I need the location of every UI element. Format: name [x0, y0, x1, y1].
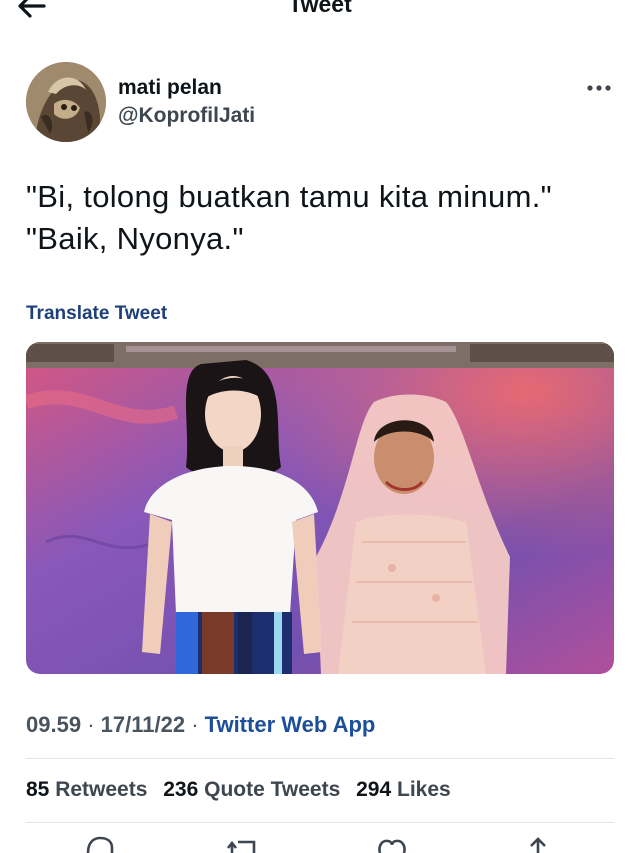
retweets-stat[interactable]: 85 Retweets	[26, 778, 163, 801]
tweet-photo[interactable]	[26, 342, 614, 674]
divider	[26, 758, 614, 759]
reply-icon[interactable]	[80, 834, 120, 853]
page-title: Tweet	[288, 0, 352, 17]
tweet-line: "Baik, Nyonya."	[26, 221, 244, 256]
photo-image	[26, 342, 614, 674]
avatar-image	[26, 62, 106, 142]
retweet-icon[interactable]	[224, 834, 264, 853]
tweet-stats: 85 Retweets 236 Quote Tweets 294 Likes	[26, 778, 461, 802]
tweet-text: "Bi, tolong buatkan tamu kita minum." "B…	[26, 176, 552, 260]
separator: ·	[87, 712, 95, 737]
top-bar: Tweet	[0, 0, 640, 22]
author-name[interactable]: mati pelan	[118, 76, 222, 100]
tweet-meta: 09.59 · 17/11/22 · Twitter Web App	[26, 712, 375, 738]
retweets-label: Retweets	[55, 778, 148, 801]
share-icon[interactable]	[518, 834, 558, 853]
quote-tweets-stat[interactable]: 236 Quote Tweets	[163, 778, 356, 801]
translate-tweet-link[interactable]: Translate Tweet	[26, 303, 167, 325]
tweet-line: "Bi, tolong buatkan tamu kita minum."	[26, 179, 552, 214]
retweets-count: 85	[26, 778, 50, 801]
quote-tweets-label: Quote Tweets	[204, 778, 341, 801]
separator: ·	[191, 712, 199, 737]
tweet-time: 09.59	[26, 712, 82, 737]
avatar[interactable]	[26, 62, 106, 142]
divider	[26, 822, 614, 823]
tweet-date: 17/11/22	[100, 712, 186, 737]
more-dots-icon[interactable]	[584, 78, 614, 98]
tweet-source-link[interactable]: Twitter Web App	[205, 712, 376, 737]
likes-count: 294	[356, 778, 392, 801]
author-handle[interactable]: @KoprofilJati	[118, 104, 255, 128]
action-bar	[0, 834, 640, 853]
likes-label: Likes	[397, 778, 451, 801]
heart-icon[interactable]	[372, 834, 412, 853]
quote-tweets-count: 236	[163, 778, 199, 801]
likes-stat[interactable]: 294 Likes	[356, 778, 461, 801]
